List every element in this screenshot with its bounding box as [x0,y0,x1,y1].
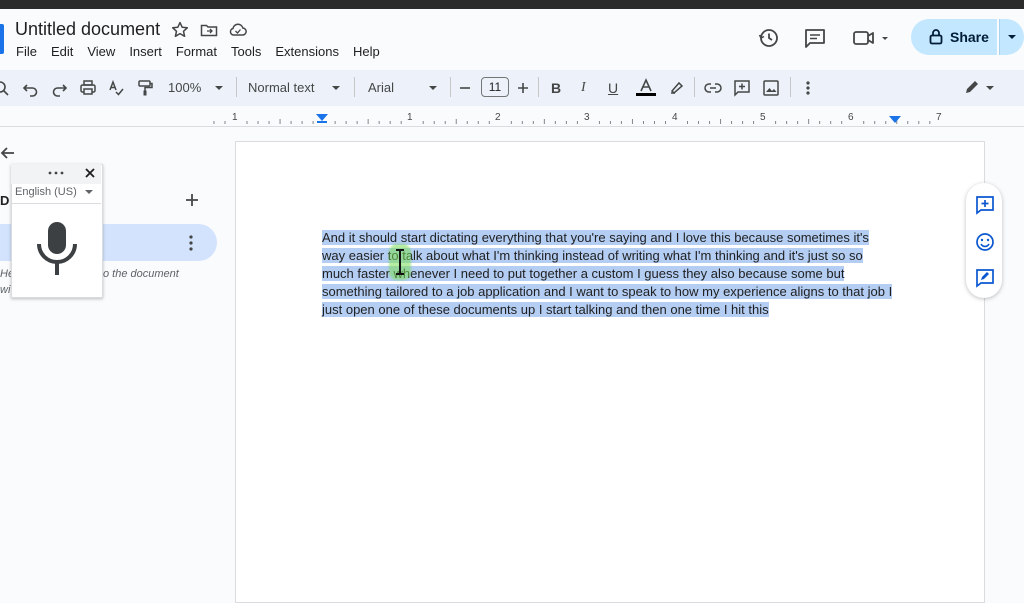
menu-insert[interactable]: Insert [129,44,162,59]
undo-icon[interactable] [22,78,40,98]
ruler-label: 1 [407,112,413,123]
font-size-input[interactable]: 11 [481,77,509,97]
decrease-font-size-icon[interactable] [459,78,471,98]
window-top-bar [0,0,1024,9]
zoom-select[interactable]: 100% [168,78,201,98]
docs-logo-icon[interactable] [0,24,4,54]
insert-link-icon[interactable] [704,78,722,98]
microphone-icon[interactable] [35,219,79,279]
outline-hint-line2: wi [0,284,11,296]
style-value: Normal text [248,80,315,95]
toolbar-divider [538,77,539,97]
menu-view[interactable]: View [87,44,115,59]
add-tab-icon[interactable] [185,193,199,207]
ruler-label: 2 [495,112,501,123]
meet-video-icon[interactable] [851,27,891,49]
menu-bar: File Edit View Insert Format Tools Exten… [16,44,394,59]
ruler-label: 1 [232,112,238,123]
right-indent-marker[interactable] [889,116,901,124]
underline-icon[interactable]: U [608,78,618,98]
highlight-color-icon[interactable] [668,78,686,98]
redo-icon[interactable] [50,78,68,98]
chevron-down-icon[interactable] [85,188,93,196]
increase-font-size-icon[interactable] [517,78,529,98]
chevron-down-icon[interactable] [214,78,224,98]
drag-handle-icon[interactable] [47,168,65,178]
search-menus-icon[interactable] [0,78,10,98]
move-folder-icon[interactable] [199,20,219,40]
ruler-label: 6 [848,112,854,123]
close-icon[interactable] [84,167,96,179]
menu-edit[interactable]: Edit [51,44,73,59]
add-comment-icon[interactable] [975,195,995,215]
comments-icon[interactable] [803,27,827,49]
add-comment-icon[interactable] [733,78,751,98]
suggest-edits-icon[interactable] [975,268,995,288]
font-select[interactable]: Arial [368,78,394,98]
version-history-icon[interactable] [757,27,781,49]
cloud-saved-icon[interactable] [228,20,248,40]
language-value: English (US) [15,186,77,198]
toolbar-divider [790,77,791,97]
zoom-value: 100% [168,80,202,95]
ruler-label: 3 [584,112,590,123]
toolbar-divider [236,77,237,97]
text-color-icon[interactable] [636,78,656,98]
italic-icon[interactable]: I [581,78,586,98]
text-cursor-icon [394,248,406,276]
back-arrow-icon[interactable] [0,145,16,161]
more-options-icon[interactable] [803,78,813,98]
horizontal-ruler[interactable] [0,108,1024,126]
tab-options-icon[interactable] [186,234,196,252]
toolbar-divider [354,77,355,97]
outline-heading: D [0,193,10,208]
ruler-label: 4 [672,112,678,123]
spellcheck-icon[interactable] [107,78,125,98]
toolbar-divider [450,77,451,97]
voice-divider [11,203,101,204]
menu-format[interactable]: Format [176,44,217,59]
print-icon[interactable] [79,78,97,98]
chevron-down-icon[interactable] [331,78,341,98]
share-options-button[interactable] [999,19,1024,55]
outline-hint-end: o the document [103,268,179,280]
ruler-label: 7 [936,112,942,123]
language-select[interactable]: English (US) [15,186,77,198]
lock-icon [928,28,944,46]
emoji-reaction-icon[interactable] [975,232,995,252]
paint-format-icon[interactable] [136,78,154,98]
insert-image-icon[interactable] [762,78,780,98]
ruler-label: 5 [760,112,766,123]
menu-tools[interactable]: Tools [231,44,261,59]
bold-icon[interactable]: B [551,78,561,98]
chevron-down-icon[interactable] [428,78,438,98]
document-page[interactable] [235,141,985,603]
editing-mode-icon[interactable] [962,78,996,98]
ruler-divider [0,126,1024,127]
toolbar-divider [694,77,695,97]
star-icon[interactable] [170,20,190,40]
font-value: Arial [368,80,395,95]
menu-file[interactable]: File [16,44,37,59]
document-title[interactable]: Untitled document [15,19,160,40]
share-label: Share [950,29,989,45]
menu-extensions[interactable]: Extensions [275,44,339,59]
menu-help[interactable]: Help [353,44,380,59]
style-select[interactable]: Normal text [248,78,314,98]
left-indent-marker[interactable] [316,114,328,124]
